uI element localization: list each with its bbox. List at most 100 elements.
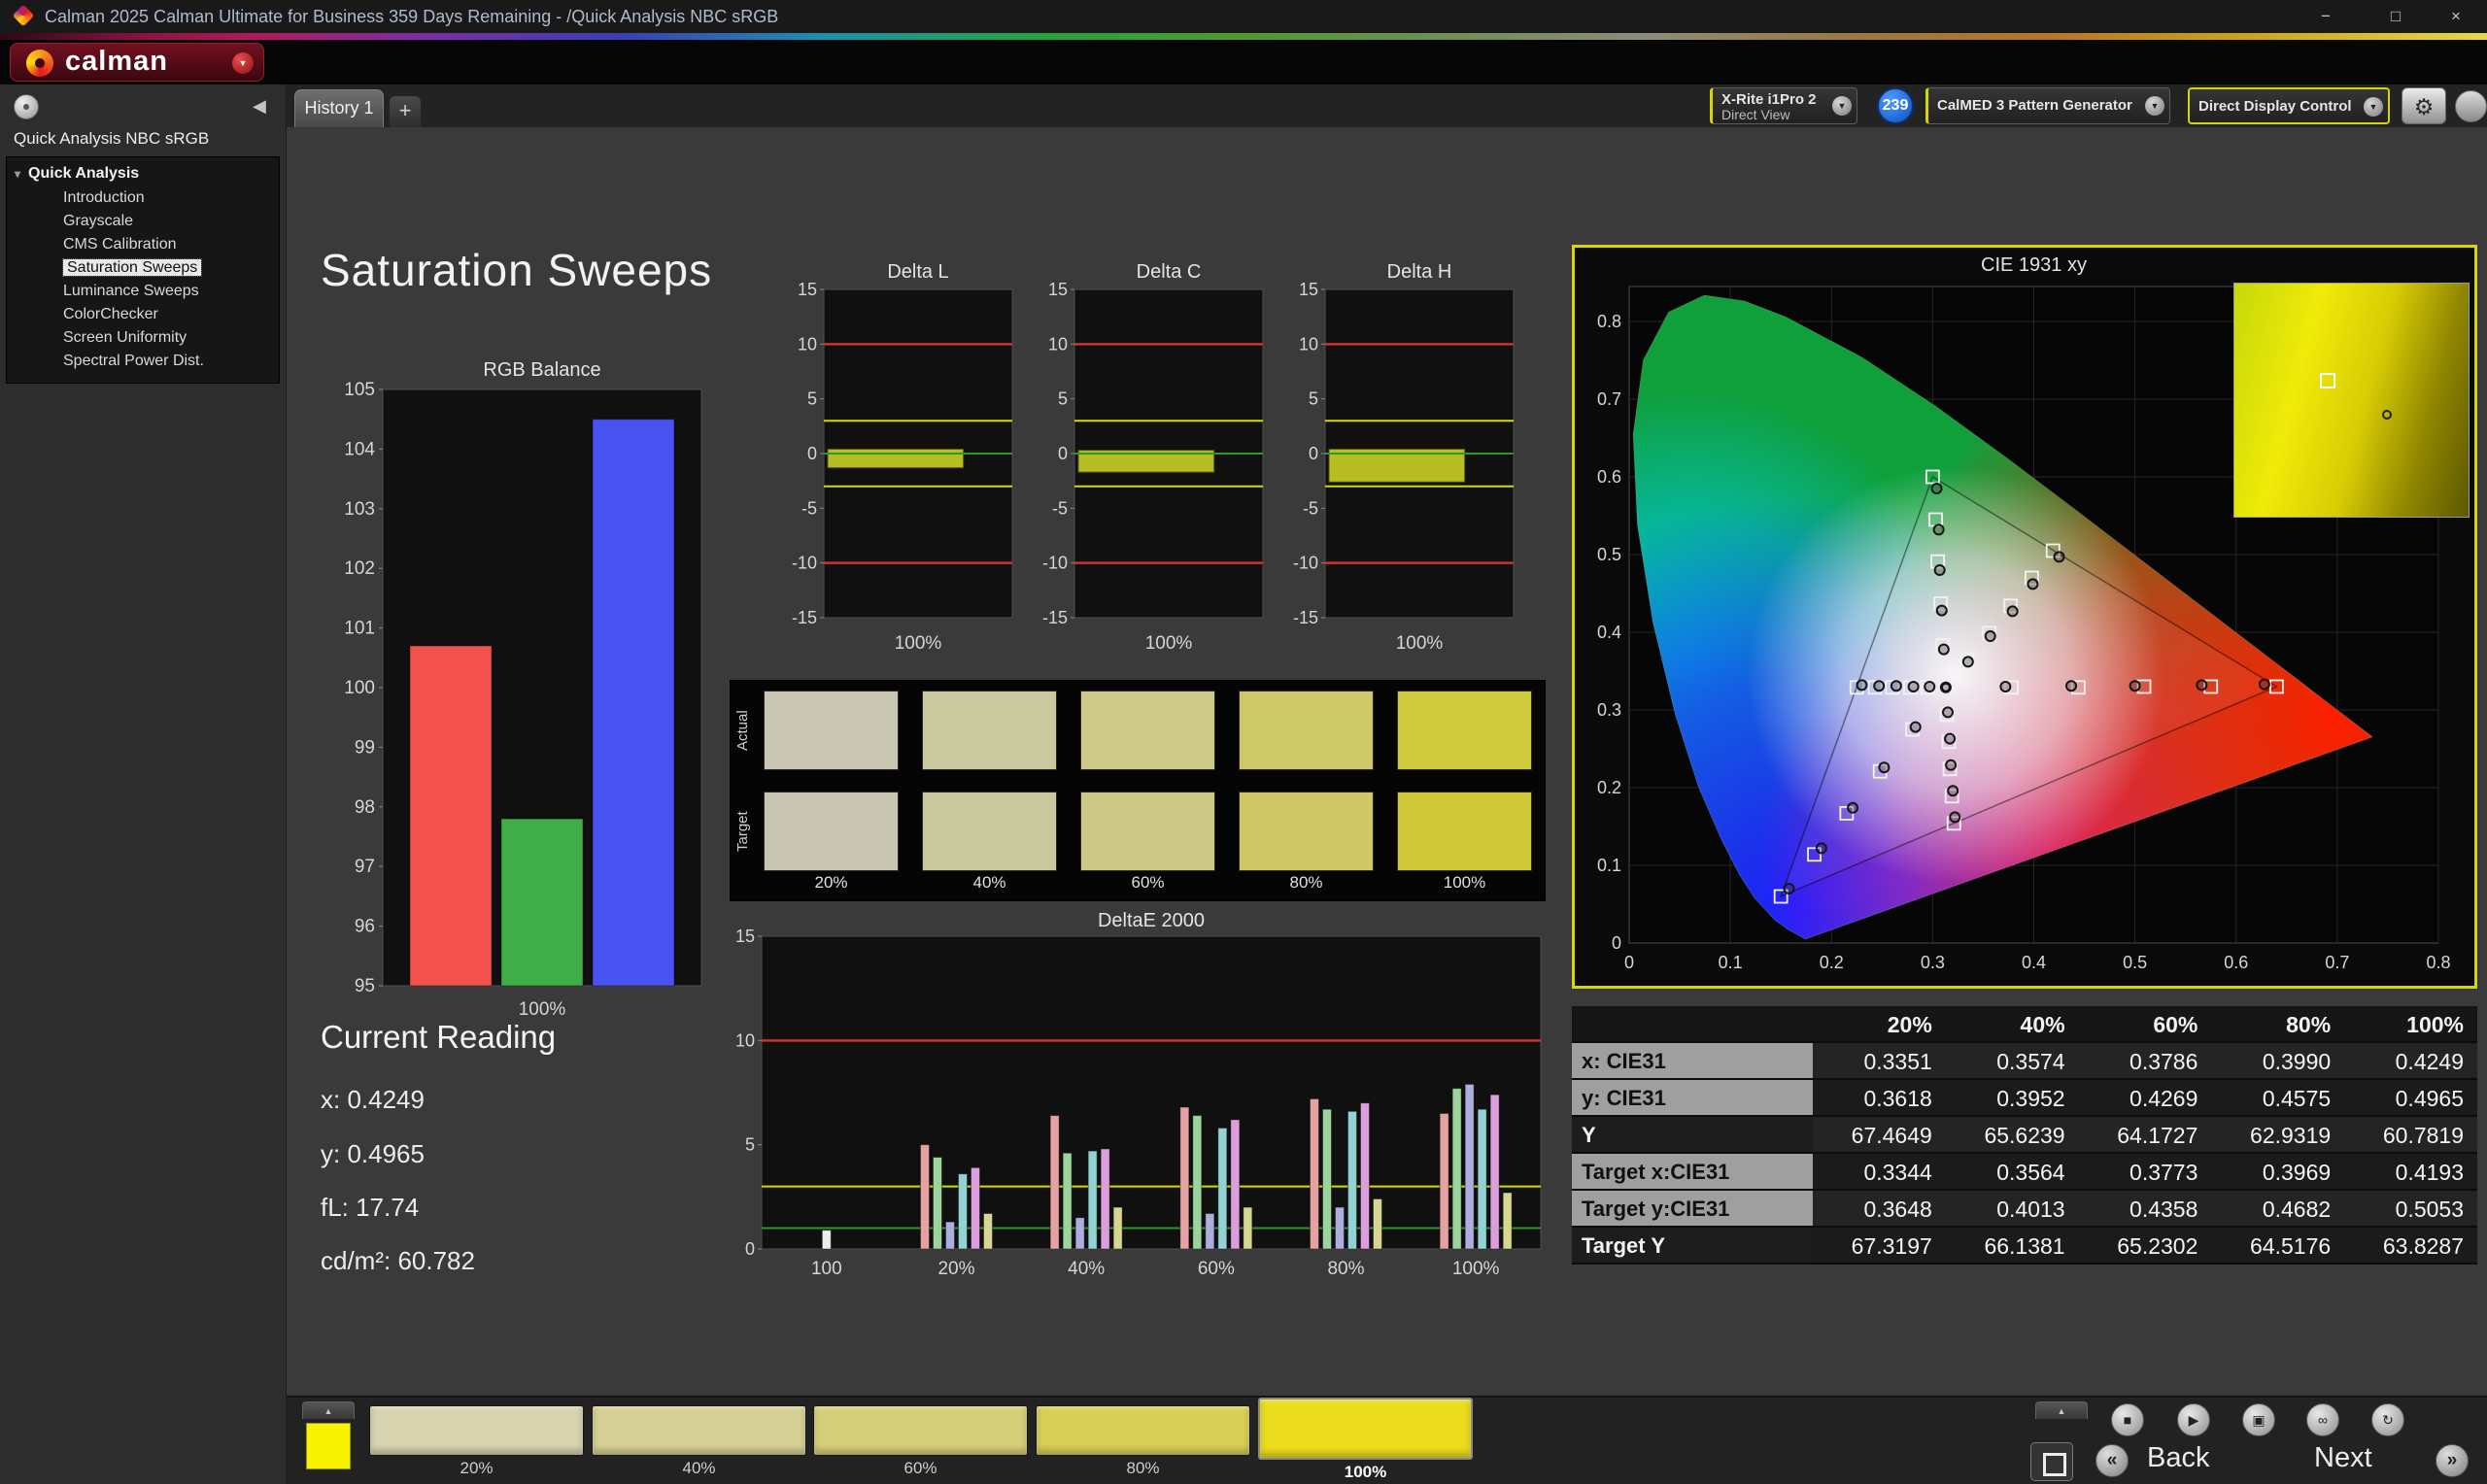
stop-icon[interactable]: ■ [2111,1403,2144,1436]
tab-history-1[interactable]: History 1 [294,89,384,127]
rgb-balance-chart: RGB Balance 95 96 97 98 99 100 101 102 103 104 105 1… [344,359,702,1020]
page-title: Saturation Sweeps [321,245,713,295]
minimize-button[interactable]: − [2299,0,2353,33]
svg-text:0.3: 0.3 [1921,953,1945,972]
pattern-button-60%[interactable]: 60% [813,1405,1028,1481]
sidebar-item-saturation-sweeps[interactable]: Saturation Sweeps [7,256,279,280]
sidebar-item-cms-calibration[interactable]: CMS Calibration [7,233,279,256]
tree-root-label: Quick Analysis [28,165,140,182]
pattern-button-80%[interactable]: 80% [1036,1405,1250,1481]
svg-text:Delta H: Delta H [1387,261,1452,283]
table-cell: 0.5053 [2344,1191,2477,1228]
reading-x: x: 0.4249 [321,1085,425,1114]
svg-text:-5: -5 [1303,498,1318,518]
calman-logo-text: calman [65,46,168,77]
svg-text:98: 98 [355,797,375,818]
extra-round-button[interactable] [2455,90,2487,122]
refresh-icon[interactable]: ↻ [2371,1403,2404,1436]
svg-text:10: 10 [798,334,817,354]
add-tab-button[interactable]: + [390,96,421,127]
table-column-header: 60% [2078,1006,2212,1043]
svg-text:101: 101 [344,619,375,639]
calman-logo-menu[interactable]: calman ▼ [10,43,264,82]
svg-text:100%: 100% [1452,1259,1500,1279]
tree-root[interactable]: ▾ Quick Analysis [7,161,279,186]
display-control-name: Direct Display Control [2198,98,2352,115]
back-button[interactable]: Back [2147,1442,2209,1474]
back-chevron-icon[interactable]: « [2095,1444,2129,1477]
current-pattern-preview [306,1423,351,1469]
table-cell: 0.4269 [2078,1080,2212,1117]
pattern-button-40%[interactable]: 40% [592,1405,806,1481]
svg-text:CIE 1931 xy: CIE 1931 xy [1981,254,2087,276]
rainbow-accent-strip [0,33,2487,40]
actual-swatch-80% [1239,691,1374,770]
sidebar-item-luminance-sweeps[interactable]: Luminance Sweeps [7,280,279,303]
loop-icon[interactable]: ∞ [2306,1403,2339,1436]
logo-dropdown-icon[interactable]: ▼ [232,52,254,74]
calman-colorwheel-icon [26,50,53,77]
swatch-column-label: 20% [814,873,848,892]
sidebar-item-screen-uniformity[interactable]: Screen Uniformity [7,326,279,350]
settings-gear-icon[interactable]: ⚙ [2402,87,2446,124]
table-column-header: 20% [1813,1006,1946,1043]
table-cell: 0.4575 [2211,1080,2345,1117]
svg-text:96: 96 [355,917,375,937]
meter-dropdown[interactable]: X-Rite i1Pro 2 Direct View ▼ [1710,87,1857,124]
pattern-dropdown-icon[interactable]: ▼ [2145,96,2164,116]
table-cell: 0.3574 [1945,1043,2079,1080]
svg-text:97: 97 [355,857,375,877]
table-cell: 0.3564 [1945,1154,2079,1191]
sidebar-item-label: Grayscale [63,213,134,229]
table-cell: 63.8287 [2344,1228,2477,1265]
display-control-dropdown[interactable]: Direct Display Control ▼ [2188,87,2390,124]
sidebar-collapse-icon[interactable]: ◀ [253,96,266,117]
save-icon[interactable]: ▣ [2242,1403,2275,1436]
svg-text:0.1: 0.1 [1597,856,1621,875]
table-cell: 0.4682 [2211,1191,2345,1228]
target-swatch-40% [922,792,1057,871]
pattern-button-100%[interactable]: 100% [1258,1398,1473,1481]
table-column-header: 80% [2211,1006,2345,1043]
table-row-label: y: CIE31 [1572,1080,1813,1117]
sidebar-item-introduction[interactable]: Introduction [7,186,279,210]
display-dropdown-icon[interactable]: ▼ [2364,97,2383,117]
delta-c-chart: Delta C -15 -10 -5 0 5 10 15 100% [1042,261,1264,654]
meter-dropdown-icon[interactable]: ▼ [1832,96,1852,116]
svg-text:0: 0 [1624,953,1634,972]
pattern-generator-dropdown[interactable]: CalMED 3 Pattern Generator ▼ [1925,87,2170,124]
svg-text:102: 102 [344,558,375,579]
swatch-column-label: 60% [1131,873,1165,892]
actual-target-swatch-panel: Actual Target 20% 40% 60% 80% 100% [730,680,1546,901]
pattern-window-button[interactable] [2030,1442,2073,1481]
play-icon[interactable]: ▶ [2177,1403,2210,1436]
svg-text:DeltaE 2000: DeltaE 2000 [1098,910,1205,931]
svg-text:0.4: 0.4 [2022,953,2046,972]
svg-text:-15: -15 [1042,608,1068,627]
svg-text:RGB Balance: RGB Balance [483,359,600,381]
target-swatch-100% [1397,792,1532,871]
sidebar-item-spectral-power-dist-[interactable]: Spectral Power Dist. [7,350,279,373]
svg-text:104: 104 [344,439,375,459]
meter-status-badge: 239 [1877,87,1914,124]
preview-expand-button[interactable]: ▲ [302,1401,355,1419]
sidebar-item-grayscale[interactable]: Grayscale [7,210,279,233]
sidebar-round-button[interactable] [14,94,39,119]
sidebar: ◀ Quick Analysis NBC sRGB ▾ Quick Analysi… [0,84,287,1484]
swatch-column-label: 40% [972,873,1006,892]
pattern-button-20%[interactable]: 20% [369,1405,584,1481]
next-chevron-icon[interactable]: » [2436,1444,2469,1477]
svg-text:15: 15 [1299,280,1318,299]
svg-text:0.2: 0.2 [1820,953,1844,972]
svg-text:0.5: 0.5 [1597,545,1621,564]
sidebar-item-colorchecker[interactable]: ColorChecker [7,303,279,326]
delta-h-chart: Delta H -15 -10 -5 0 5 10 15 100% [1293,261,1515,654]
pattern-color [1036,1405,1250,1456]
tree-twisty-icon[interactable]: ▾ [15,167,20,181]
svg-text:0.6: 0.6 [1597,467,1621,487]
next-button[interactable]: Next [2314,1442,2372,1474]
transport-expand-button[interactable]: ▲ [2035,1401,2088,1419]
close-button[interactable]: × [2429,0,2483,33]
svg-text:-5: -5 [801,498,817,518]
maximize-button[interactable]: □ [2368,0,2423,33]
